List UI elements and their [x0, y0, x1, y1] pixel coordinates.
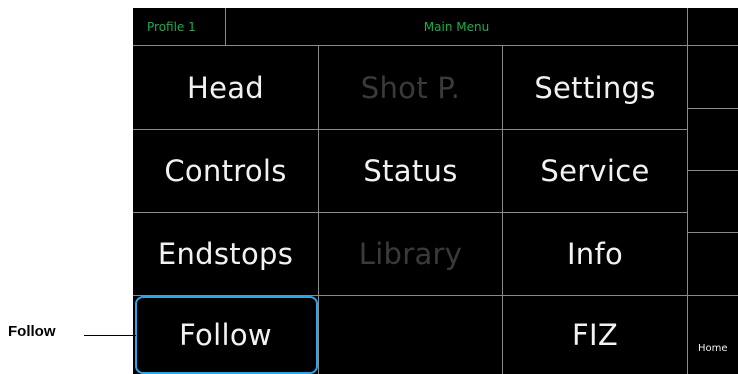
status-button[interactable]: Status: [319, 130, 502, 212]
profile-label[interactable]: Profile 1: [147, 8, 225, 45]
sidebar-divider: [687, 232, 738, 233]
home-button[interactable]: Home: [698, 343, 728, 354]
sidebar-divider: [687, 295, 738, 296]
settings-button[interactable]: Settings: [503, 46, 687, 129]
menu-title: Main Menu: [423, 19, 490, 34]
info-button[interactable]: Info: [503, 213, 687, 295]
device-screen: Profile 1 Main Menu Head Shot P. Setting…: [133, 8, 738, 374]
library-button: Library: [358, 237, 463, 271]
grid-line: [687, 8, 688, 374]
shot-p-button: Shot P.: [360, 70, 461, 105]
callout-line: [84, 335, 136, 336]
sidebar-divider: [687, 170, 738, 171]
selection-highlight: [135, 296, 318, 374]
sidebar-divider: [687, 45, 738, 46]
service-button[interactable]: Service: [503, 130, 687, 212]
fiz-button[interactable]: FIZ: [503, 296, 687, 374]
empty-cell: [319, 296, 502, 374]
head-button[interactable]: Head: [133, 46, 318, 129]
callout-label: Follow: [8, 323, 56, 340]
controls-button[interactable]: Controls: [133, 130, 318, 212]
endstops-button[interactable]: Endstops: [133, 213, 318, 295]
sidebar-divider: [687, 108, 738, 109]
